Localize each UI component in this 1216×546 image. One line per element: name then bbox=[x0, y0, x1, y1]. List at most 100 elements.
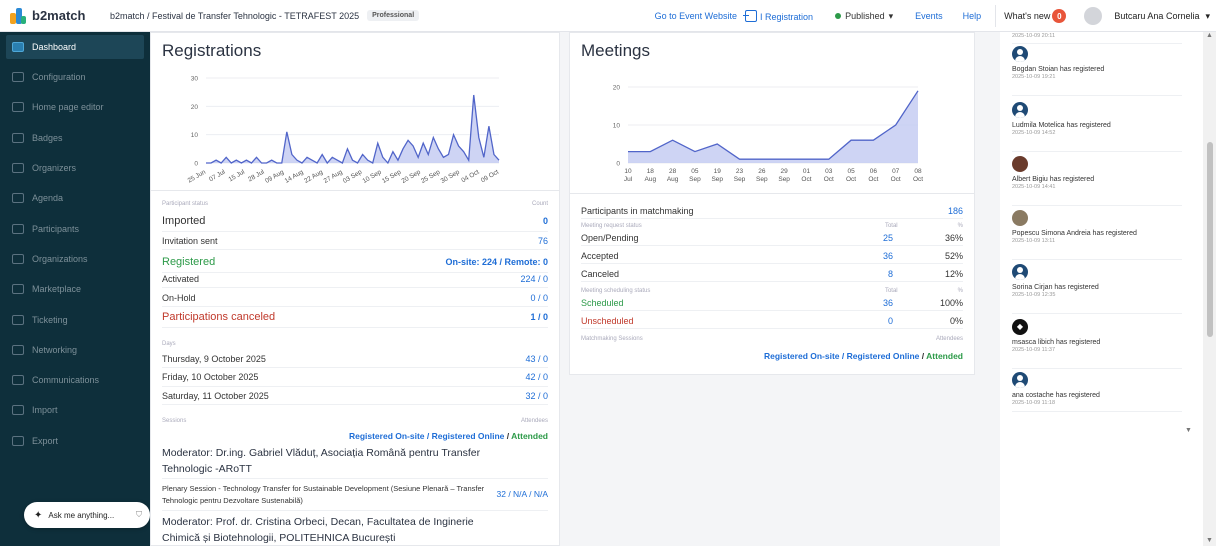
dashboard-icon bbox=[12, 42, 24, 52]
ask-assistant-input[interactable]: ✦ Ask me anything... ⛉ bbox=[24, 502, 150, 528]
status-dot-icon bbox=[835, 13, 842, 19]
status-value[interactable]: On-site: 224 / Remote: 0 bbox=[445, 257, 548, 267]
sidebar-item-organizations[interactable]: Organizations bbox=[0, 244, 150, 274]
scrollbar[interactable]: ▲ ▼ bbox=[1203, 32, 1216, 546]
meeting-status-total[interactable]: 8 bbox=[853, 269, 893, 279]
sidebar-item-dashboard[interactable]: Dashboard bbox=[6, 35, 144, 59]
activity-text: Popescu Simona Andreia has registered bbox=[1012, 230, 1137, 237]
day-value[interactable]: 43 / 0 bbox=[525, 354, 548, 364]
status-row: On-Hold 0 / 0 bbox=[162, 289, 548, 307]
help-link[interactable]: Help bbox=[963, 11, 982, 21]
activity-time: 2025-10-09 14:41 bbox=[1012, 184, 1056, 190]
session-plenary[interactable]: Plenary Session - Technology Transfer fo… bbox=[162, 483, 492, 507]
sidebar-item-label: Marketplace bbox=[32, 284, 82, 295]
activity-item[interactable]: Popescu Simona Andreia has registered 202… bbox=[1012, 210, 1182, 260]
sidebar-item-export[interactable]: Export bbox=[0, 426, 150, 456]
status-value[interactable]: 224 / 0 bbox=[520, 274, 548, 284]
sidebar-item-badges[interactable]: Badges bbox=[0, 123, 150, 153]
sidebar-item-agenda[interactable]: Agenda bbox=[0, 183, 150, 213]
x-tick-label: 20 Sep bbox=[401, 168, 423, 185]
legend-attended: Attended bbox=[926, 351, 963, 361]
activity-item[interactable]: Ludmila Motelica has registered 2025-10-0… bbox=[1012, 102, 1182, 152]
meeting-status-total[interactable]: 36 bbox=[853, 251, 893, 261]
x-tick-label: 05 Sep bbox=[689, 168, 701, 183]
matchmaking-sessions-label: Matchmaking Sessions bbox=[581, 336, 643, 342]
x-tick-label: 03 Sep bbox=[342, 168, 364, 185]
count-label: Count bbox=[531, 201, 548, 207]
sidebar-item-organizers[interactable]: Organizers bbox=[0, 153, 150, 183]
sidebar-item-label: Dashboard bbox=[32, 42, 77, 52]
x-tick-label: 10 Jul bbox=[624, 168, 633, 183]
day-value[interactable]: 42 / 0 bbox=[525, 372, 548, 382]
attendees-label: Attendees bbox=[935, 336, 963, 342]
whats-new-button[interactable]: What's new 0 bbox=[1004, 9, 1067, 23]
x-tick-label: 29 Sep bbox=[778, 168, 790, 183]
import-icon bbox=[12, 405, 24, 416]
activity-item[interactable]: Sorina Cirjan has registered 2025-10-09 1… bbox=[1012, 264, 1182, 314]
y-tick-label: 20 bbox=[613, 85, 621, 92]
day-row: Saturday, 11 October 2025 32 / 0 bbox=[162, 387, 548, 405]
publish-status-dropdown[interactable]: Published ▾ bbox=[835, 11, 893, 22]
sidebar-item-ticketing[interactable]: Ticketing bbox=[0, 304, 150, 334]
events-link[interactable]: Events bbox=[915, 11, 943, 21]
scroll-down-icon[interactable]: ▼ bbox=[1206, 537, 1213, 544]
chevron-down-icon: ▾ bbox=[888, 10, 894, 21]
event-website-link[interactable]: Go to Event Website bbox=[655, 11, 737, 21]
meeting-status-total[interactable]: 36 bbox=[853, 298, 893, 308]
sidebar-item-import[interactable]: Import bbox=[0, 395, 150, 425]
status-value[interactable]: 76 bbox=[538, 236, 548, 246]
status-row: Activated 224 / 0 bbox=[162, 270, 548, 288]
status-value[interactable]: 0 bbox=[543, 216, 548, 226]
registration-link[interactable]: I Registration bbox=[743, 10, 813, 22]
meeting-status-label: Unscheduled bbox=[581, 315, 634, 326]
b2match-logo[interactable]: b2match bbox=[0, 7, 110, 24]
day-label: Thursday, 9 October 2025 bbox=[162, 353, 266, 364]
list-icon bbox=[12, 284, 24, 295]
meeting-status-total[interactable]: 0 bbox=[853, 316, 893, 326]
feed-scroll-down-icon[interactable]: ▼ bbox=[1185, 427, 1192, 434]
user-menu[interactable]: Butcaru Ana Cornelia ▾ bbox=[1084, 7, 1210, 25]
sidebar-item-home-page-editor[interactable]: Home page editor bbox=[0, 92, 150, 122]
sidebar-item-networking[interactable]: Networking bbox=[0, 335, 150, 365]
users-icon bbox=[12, 163, 24, 174]
x-tick-label: 30 Sep bbox=[440, 168, 462, 185]
ask-placeholder: Ask me anything... bbox=[48, 510, 115, 520]
sidebar-item-configuration[interactable]: Configuration bbox=[0, 62, 150, 92]
network-icon bbox=[12, 344, 24, 355]
pin-icon[interactable]: ⛉ bbox=[136, 510, 142, 520]
activity-item[interactable]: ana costache has registered 2025-10-09 11… bbox=[1012, 372, 1182, 412]
x-tick-label: 04 Oct bbox=[460, 169, 480, 185]
meeting-status-total[interactable]: 25 bbox=[853, 233, 893, 243]
sidebar-item-participants[interactable]: Participants bbox=[0, 213, 150, 243]
x-tick-label: 28 Jul bbox=[247, 168, 266, 183]
day-label: Saturday, 11 October 2025 bbox=[162, 390, 269, 401]
avatar bbox=[1012, 210, 1028, 226]
scroll-up-icon[interactable]: ▲ bbox=[1206, 32, 1213, 39]
x-tick-label: 09 Aug bbox=[264, 168, 285, 184]
participants-matchmaking-value[interactable]: 186 bbox=[948, 206, 963, 216]
days-label: Days bbox=[162, 341, 176, 347]
divider bbox=[995, 5, 997, 27]
activity-item[interactable]: ◆ msasca libich has registered 2025-10-09 … bbox=[1012, 319, 1182, 369]
sidebar-item-marketplace[interactable]: Marketplace bbox=[0, 274, 150, 304]
activity-item[interactable]: Albert Bigiu has registered 2025-10-09 14… bbox=[1012, 156, 1182, 206]
x-tick-label: 01 Oct bbox=[801, 168, 811, 183]
day-value[interactable]: 32 / 0 bbox=[525, 391, 548, 401]
whats-new-count-badge: 0 bbox=[1052, 9, 1067, 23]
sidebar-item-communications[interactable]: Communications bbox=[0, 365, 150, 395]
request-status-label: Meeting request status bbox=[581, 223, 642, 229]
breadcrumb-text[interactable]: b2match / Festival de Transfer Tehnologi… bbox=[110, 11, 359, 21]
status-value[interactable]: 1 / 0 bbox=[530, 312, 548, 322]
meeting-status-label: Canceled bbox=[581, 268, 620, 279]
x-tick-label: 26 Sep bbox=[756, 168, 768, 183]
legend-attended: Attended bbox=[511, 431, 548, 441]
session-legend: Registered On-site / Registered Online /… bbox=[348, 431, 548, 441]
sidebar-item-label: Import bbox=[32, 405, 58, 416]
activity-time: 2025-10-09 13:11 bbox=[1012, 238, 1056, 244]
scrollbar-thumb[interactable] bbox=[1207, 142, 1213, 337]
registration-icon bbox=[743, 10, 758, 22]
sidebar: Dashboard Configuration Home page editor Ba… bbox=[0, 32, 150, 546]
chat-icon bbox=[12, 375, 24, 386]
status-value[interactable]: 0 / 0 bbox=[530, 293, 548, 303]
activity-item[interactable]: Bogdan Stoian has registered 2025-10-09 1… bbox=[1012, 46, 1182, 96]
